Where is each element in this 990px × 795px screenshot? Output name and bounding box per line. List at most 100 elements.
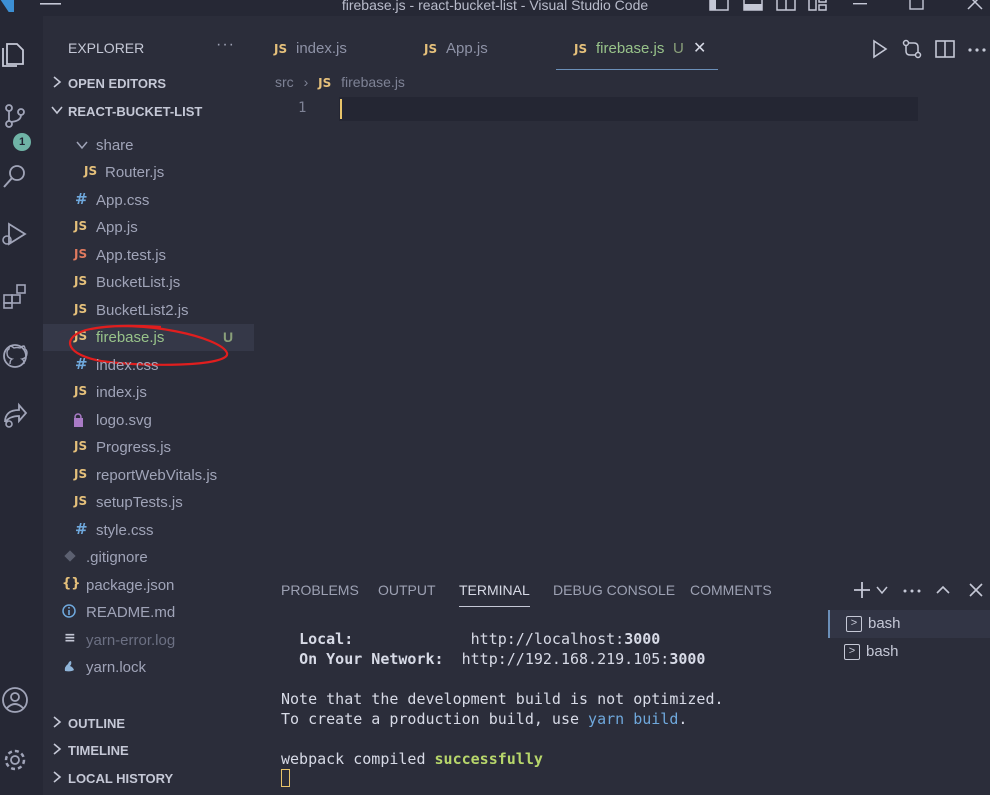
terminal-line-note: Note that the development build is not o… — [281, 690, 724, 708]
run-file-icon[interactable] — [868, 38, 890, 60]
terminal-output[interactable]: Local: http://localhost:3000 On Your Net… — [281, 629, 724, 769]
tab-comments[interactable]: COMMENTS — [690, 582, 772, 598]
search-icon[interactable] — [0, 158, 30, 194]
text-cursor[interactable] — [340, 99, 342, 119]
breadcrumb-folder[interactable]: src — [275, 74, 294, 90]
toggle-primary-sidebar-icon[interactable] — [709, 0, 729, 12]
tab-output[interactable]: OUTPUT — [378, 582, 436, 598]
split-editor-icon[interactable] — [934, 38, 956, 60]
breadcrumb-file[interactable]: firebase.js — [341, 74, 405, 90]
chevron-right-icon — [53, 743, 62, 755]
tree-item-label: index.css — [96, 357, 159, 374]
compiled-prefix: webpack compiled — [281, 750, 435, 768]
css-file-icon: # — [75, 520, 88, 538]
customize-layout-icon[interactable] — [808, 0, 828, 12]
close-panel-icon[interactable] — [968, 582, 984, 598]
terminal-cursor[interactable] — [281, 769, 290, 787]
minimize-icon[interactable] — [852, 0, 868, 12]
chevron-right-icon — [53, 716, 62, 728]
network-port: 3000 — [669, 650, 706, 668]
tree-file-index-js[interactable]: JS index.js — [43, 379, 254, 406]
terminal-instance-bash-2[interactable]: > bash — [828, 638, 990, 666]
tab-terminal[interactable]: TERMINAL — [459, 582, 530, 607]
new-terminal-icon[interactable] — [852, 580, 872, 600]
more-actions-icon[interactable] — [902, 580, 922, 600]
explorer-icon[interactable] — [0, 36, 30, 72]
window-title: firebase.js - react-bucket-list - Visual… — [341, 0, 649, 13]
tree-file-index-css[interactable]: # index.css — [43, 352, 254, 379]
outline-section[interactable]: OUTLINE — [43, 712, 254, 736]
tree-file-package-json[interactable]: {} package.json — [43, 572, 254, 599]
tree-item-label: BucketList2.js — [96, 302, 189, 319]
terminal-instance-bash-1[interactable]: > bash — [828, 610, 990, 638]
terminal-name: bash — [868, 615, 901, 632]
tree-file-progress-js[interactable]: JS Progress.js — [43, 434, 254, 461]
maximize-panel-icon[interactable] — [935, 582, 951, 598]
js-test-file-icon: JS — [74, 247, 88, 261]
tree-item-label: yarn-error.log — [86, 632, 176, 649]
tree-file-app-css[interactable]: # App.css — [43, 187, 254, 214]
svg-file-icon — [74, 413, 83, 427]
project-section[interactable]: REACT-BUCKET-LIST — [43, 100, 254, 124]
tree-file-router[interactable]: JS Router.js — [43, 159, 254, 186]
chevron-right-icon — [53, 771, 62, 783]
open-editors-section[interactable]: OPEN EDITORS — [43, 72, 254, 96]
compiled-status: successfully — [434, 750, 543, 768]
tab-firebase-js[interactable]: JS firebase.js U ✕ — [556, 32, 718, 70]
maximize-icon[interactable] — [909, 0, 925, 12]
tab-debug-console[interactable]: DEBUG CONSOLE — [553, 582, 675, 598]
toggle-panel-icon[interactable] — [743, 0, 763, 12]
tree-file-style-css[interactable]: # style.css — [43, 517, 254, 544]
tree-item-label: share — [96, 137, 134, 154]
local-history-label: LOCAL HISTORY — [68, 771, 174, 786]
tree-file-yarn-lock[interactable]: yarn.lock — [43, 654, 254, 681]
js-file-icon: JS — [574, 42, 588, 56]
tab-problems[interactable]: PROBLEMS — [281, 582, 359, 598]
more-actions-icon[interactable] — [966, 38, 988, 60]
tree-file-reportwebvitals-js[interactable]: JS reportWebVitals.js — [43, 462, 254, 489]
open-editors-label: OPEN EDITORS — [68, 76, 167, 91]
timeline-section[interactable]: TIMELINE — [43, 739, 254, 763]
tree-file-app-js[interactable]: JS App.js — [43, 214, 254, 241]
source-control-icon[interactable] — [0, 98, 30, 134]
tree-item-label: README.md — [86, 604, 176, 621]
tab-index-js[interactable]: JS index.js — [274, 32, 414, 70]
log-file-icon: ≡ — [64, 630, 76, 646]
tree-file-app-test-js[interactable]: JS App.test.js — [43, 242, 254, 269]
tree-item-label: package.json — [86, 577, 175, 594]
tree-item-label: style.css — [96, 522, 154, 539]
settings-gear-icon[interactable] — [0, 742, 30, 778]
local-history-section[interactable]: LOCAL HISTORY — [43, 767, 254, 791]
accounts-icon[interactable] — [0, 682, 30, 718]
tree-file-yarn-error-log[interactable]: ≡ yarn-error.log — [43, 627, 254, 654]
tree-file-gitignore[interactable]: .gitignore — [43, 544, 254, 571]
compare-changes-icon[interactable] — [901, 38, 923, 60]
tree-file-bucketlist-js[interactable]: JS BucketList.js — [43, 269, 254, 296]
tree-file-logo-svg[interactable]: logo.svg — [43, 407, 254, 434]
chevron-down-icon[interactable] — [876, 584, 888, 596]
json-file-icon: {} — [62, 576, 81, 591]
close-window-icon[interactable] — [967, 0, 983, 12]
tree-item-label: reportWebVitals.js — [96, 467, 218, 484]
tree-file-bucketlist2-js[interactable]: JS BucketList2.js — [43, 297, 254, 324]
toggle-secondary-sidebar-icon[interactable] — [776, 0, 796, 12]
terminal-icon: > — [844, 644, 860, 660]
terminal-line-prod: To create a production build, use yarn b… — [281, 709, 724, 729]
explorer-more-actions[interactable]: ··· — [216, 36, 235, 54]
extensions-icon[interactable] — [0, 278, 30, 314]
run-debug-icon[interactable] — [0, 216, 30, 252]
git-file-icon — [64, 550, 76, 562]
tab-app-js[interactable]: JS App.js — [424, 32, 564, 70]
tree-file-readme-md[interactable]: README.md — [43, 599, 254, 626]
local-url: http://localhost: — [470, 630, 625, 648]
network-label: On Your Network: — [299, 650, 444, 668]
github-icon[interactable] — [0, 338, 30, 374]
tree-item-label: yarn.lock — [86, 659, 147, 676]
tree-folder-share[interactable]: share — [43, 132, 254, 159]
close-tab-icon[interactable]: ✕ — [693, 38, 706, 58]
tree-item-label: Router.js — [105, 164, 165, 181]
js-file-icon: JS — [74, 494, 88, 508]
prod-prefix: To create a production build, use — [281, 710, 589, 728]
remote-explorer-icon[interactable] — [0, 396, 30, 432]
tree-file-setuptests-js[interactable]: JS setupTests.js — [43, 489, 254, 516]
